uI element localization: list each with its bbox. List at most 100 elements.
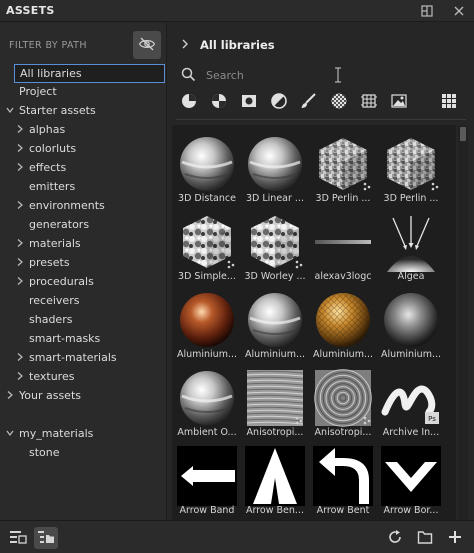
tree-item-label: emitters (29, 180, 76, 193)
close-icon[interactable] (452, 4, 466, 18)
tree-item-stone[interactable]: stone (0, 444, 167, 463)
asset-tile[interactable]: Aluminium... (173, 287, 241, 363)
asset-caption: 3D Linear ... (246, 193, 304, 204)
tree-item-label: procedurals (29, 275, 94, 288)
grid-size-button[interactable] (438, 91, 460, 113)
library-tree-panel: FILTER BY PATH All libraries Project Start… (0, 23, 167, 520)
tree-item-shaders[interactable]: shaders (0, 311, 167, 330)
tree-item-label: alphas (29, 123, 66, 136)
asset-tile[interactable]: Aluminium... (377, 287, 445, 363)
texture-filter-button[interactable] (238, 91, 260, 113)
mask-filter-icon (270, 92, 288, 113)
tree-item-my-materials[interactable]: my_materials (0, 425, 167, 444)
asset-tile[interactable]: Arrow Ben... (241, 443, 309, 519)
new-folder-button[interactable] (413, 527, 437, 549)
search-icon (181, 67, 196, 85)
panel-titlebar: ASSETS (0, 0, 474, 22)
asset-tile[interactable]: Arrow Band (173, 443, 241, 519)
tree-spacer (0, 406, 167, 425)
tree-item-procedurals[interactable]: procedurals (0, 273, 167, 292)
asset-tile[interactable]: 3D Perlin ... (309, 131, 377, 207)
folder-view-icon (37, 529, 55, 548)
material-filter-button[interactable] (178, 91, 200, 113)
asset-tile[interactable]: Aluminium... (241, 287, 309, 363)
asset-tile[interactable]: 3D Worley ... (241, 209, 309, 285)
brush-filter-button[interactable] (298, 91, 320, 113)
asset-tile[interactable]: Arrow Bor... (377, 443, 445, 519)
tree-item-materials[interactable]: materials (0, 235, 167, 254)
asset-tile[interactable]: Arrow Bent (309, 443, 377, 519)
sphere-chrome-thumbnail (245, 290, 305, 350)
asset-tile[interactable]: 3D Perlin ... (377, 131, 445, 207)
tree-item-label (14, 406, 24, 425)
tree-item-all-libraries[interactable]: All libraries (0, 64, 167, 83)
environment-filter-icon (390, 92, 408, 113)
asset-caption: Anisotropi... (314, 427, 372, 438)
add-button[interactable] (443, 527, 467, 549)
tree-item-starter-assets[interactable]: Starter assets (0, 102, 167, 121)
asset-caption: 3D Perlin ... (315, 193, 371, 204)
list-view-button[interactable] (6, 527, 30, 549)
tree-item-your-assets[interactable]: Your assets (0, 387, 167, 406)
tree-item-environments[interactable]: environments (0, 197, 167, 216)
tree-item-label: smart-materials (29, 351, 117, 364)
tree-item-generators[interactable]: generators (0, 216, 167, 235)
tree-item-label: presets (29, 256, 70, 269)
tree-item-alphas[interactable]: alphas (0, 121, 167, 140)
tree-item-label: my_materials (19, 427, 94, 440)
asset-browser: All libraries Search 3D Distance 3D Line… (168, 23, 474, 520)
scrollbar-thumb[interactable] (460, 127, 466, 141)
hide-filter-button[interactable] (133, 31, 161, 59)
folder-view-button[interactable] (34, 527, 58, 549)
mask-filter-button[interactable] (268, 91, 290, 113)
asset-tile[interactable]: Anisotropi... (309, 365, 377, 441)
cube-cells-thumbnail (177, 212, 237, 272)
tree-item-smart-masks[interactable]: smart-masks (0, 330, 167, 349)
tree-item-label: colorluts (29, 142, 77, 155)
divider (176, 119, 466, 120)
tree-item-smart-materials[interactable]: smart-materials (0, 349, 167, 368)
asset-caption: 3D Distance (178, 193, 236, 204)
library-tree: All libraries Project Starter assets alphas… (0, 64, 167, 463)
environment-filter-button[interactable] (388, 91, 410, 113)
grid-icon (440, 92, 458, 113)
asset-tile[interactable]: Ambient O... (173, 365, 241, 441)
asset-caption: Arrow Band (179, 505, 235, 516)
asset-caption: Arrow Bor... (383, 505, 439, 516)
tree-item-project[interactable]: Project (0, 83, 167, 102)
panel-title: ASSETS (6, 4, 55, 17)
dock-icon[interactable] (420, 4, 434, 18)
asset-tile[interactable]: Anisotropi... (241, 365, 309, 441)
tree-item-emitters[interactable]: emitters (0, 178, 167, 197)
light-rays-thumbnail (381, 212, 441, 272)
chevron-right-icon[interactable] (181, 38, 189, 53)
tree-item-colorluts[interactable]: colorluts (0, 140, 167, 159)
asset-tile[interactable]: Algea (377, 209, 445, 285)
refresh-button[interactable] (383, 527, 407, 549)
tree-item-receivers[interactable]: receivers (0, 292, 167, 311)
smart-material-filter-button[interactable] (208, 91, 230, 113)
tree-item-textures[interactable]: textures (0, 368, 167, 387)
sphere-gold-thumbnail (313, 290, 373, 350)
asset-tile[interactable]: alexav3logc (309, 209, 377, 285)
procedural-filter-button[interactable] (358, 91, 380, 113)
cube-noise-thumbnail (381, 134, 441, 194)
brush-filter-icon (300, 92, 318, 113)
asset-tile[interactable]: 3D Distance (173, 131, 241, 207)
type-filter-bar (168, 91, 474, 115)
tree-item-label: stone (29, 446, 60, 459)
tree-item-effects[interactable]: effects (0, 159, 167, 178)
aniso-swirl-thumbnail (313, 368, 373, 428)
asset-tile[interactable]: Ps Archive In... (377, 365, 445, 441)
tree-item-label: generators (29, 218, 90, 231)
asset-tile[interactable]: 3D Simple... (173, 209, 241, 285)
alpha-filter-button[interactable] (328, 91, 350, 113)
tree-item-label: receivers (29, 294, 80, 307)
asset-grid-scrollbar[interactable] (458, 125, 468, 520)
asset-tile[interactable]: 3D Linear ... (241, 131, 309, 207)
breadcrumb-current[interactable]: All libraries (200, 38, 275, 52)
tree-item-presets[interactable]: presets (0, 254, 167, 273)
alpha-filter-icon (330, 92, 348, 113)
asset-tile[interactable]: Aluminium... (309, 287, 377, 363)
sphere-dark-thumbnail (381, 290, 441, 350)
